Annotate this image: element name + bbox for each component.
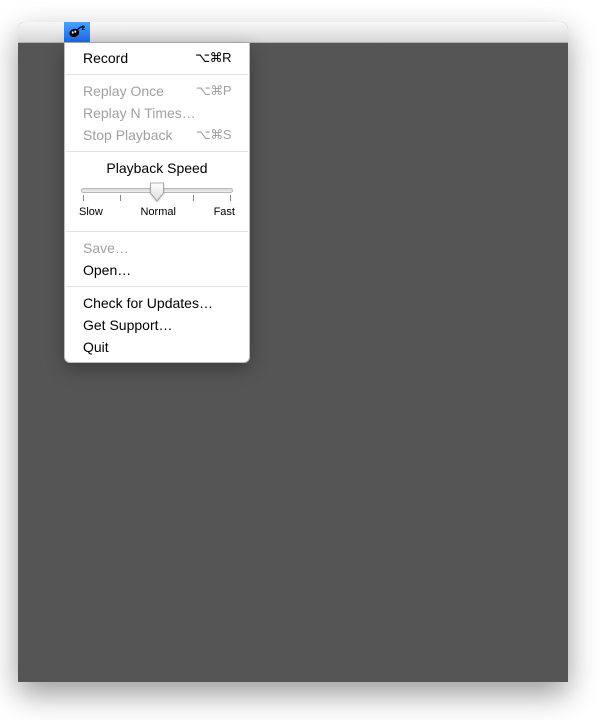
menu-separator bbox=[66, 74, 248, 75]
slider-thumb[interactable] bbox=[150, 182, 165, 202]
menu-item-label: Get Support… bbox=[83, 316, 173, 334]
menu-separator bbox=[66, 151, 248, 152]
menu-item-shortcut: ⌥⌘S bbox=[196, 126, 231, 144]
menu-item-record[interactable]: Record ⌥⌘R bbox=[65, 47, 249, 69]
slider-label-normal: Normal bbox=[140, 206, 175, 218]
menu-item-label: Check for Updates… bbox=[83, 294, 213, 312]
menu-item-shortcut: ⌥⌘R bbox=[195, 49, 231, 67]
menubar-app-icon[interactable]: 2 bbox=[64, 22, 90, 42]
menu-item-label: Quit bbox=[83, 338, 109, 356]
menu-item-label: Replay Once bbox=[83, 82, 164, 100]
menu-item-replay-n-times: Replay N Times… bbox=[65, 102, 249, 124]
menu-item-label: Replay N Times… bbox=[83, 104, 196, 122]
menu-item-label: Save… bbox=[83, 239, 129, 257]
menu-item-replay-once: Replay Once ⌥⌘P bbox=[65, 80, 249, 102]
menu-separator bbox=[66, 231, 248, 232]
menu-item-label: Open… bbox=[83, 261, 131, 279]
menu-item-label: Record bbox=[83, 49, 128, 67]
menubar: 2 bbox=[18, 22, 568, 43]
menu-item-get-support[interactable]: Get Support… bbox=[65, 314, 249, 336]
slider-label-fast: Fast bbox=[214, 206, 235, 218]
menu-item-save: Save… bbox=[65, 237, 249, 259]
dropdown-menu: Record ⌥⌘R Replay Once ⌥⌘P Replay N Time… bbox=[64, 43, 250, 363]
app-window: 2 Record ⌥⌘R Replay Once ⌥⌘P Replay N Ti… bbox=[18, 22, 568, 682]
menu-item-shortcut: ⌥⌘P bbox=[196, 82, 231, 100]
menu-item-quit[interactable]: Quit bbox=[65, 336, 249, 358]
playback-speed-title: Playback Speed bbox=[77, 160, 237, 176]
slider-labels: Slow Normal Fast bbox=[79, 206, 235, 218]
menu-item-label: Stop Playback bbox=[83, 126, 173, 144]
menu-item-stop-playback: Stop Playback ⌥⌘S bbox=[65, 124, 249, 146]
menu-item-check-updates[interactable]: Check for Updates… bbox=[65, 292, 249, 314]
slider-label-slow: Slow bbox=[79, 206, 103, 218]
menu-separator bbox=[66, 286, 248, 287]
menu-item-open[interactable]: Open… bbox=[65, 259, 249, 281]
svg-text:2: 2 bbox=[82, 25, 86, 32]
playback-speed-slider[interactable] bbox=[81, 182, 233, 202]
playback-speed-section: Playback Speed bbox=[65, 157, 249, 226]
